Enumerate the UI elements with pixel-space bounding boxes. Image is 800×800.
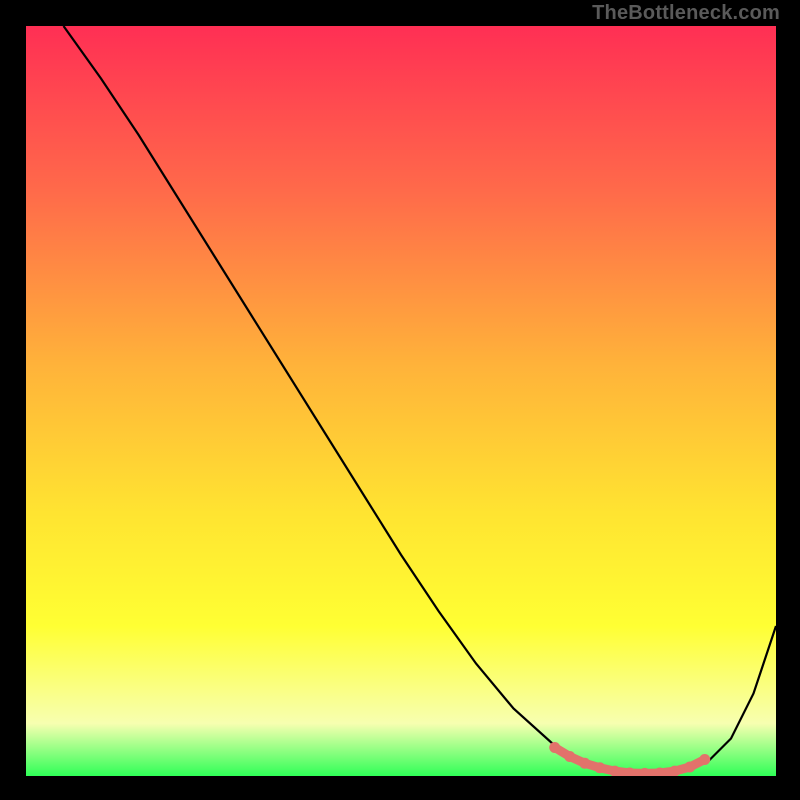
bottleneck-chart [26, 26, 776, 776]
optimal-marker-dot [579, 758, 590, 769]
optimal-marker-dot [594, 762, 605, 773]
optimal-marker-dot [684, 762, 695, 773]
chart-container: TheBottleneck.com [0, 0, 800, 800]
attribution-label: TheBottleneck.com [592, 2, 780, 25]
plot-area [26, 26, 776, 776]
gradient-background [26, 26, 776, 776]
optimal-marker-dot [549, 742, 560, 753]
optimal-marker-dot [564, 751, 575, 762]
optimal-marker-dot [699, 754, 710, 765]
